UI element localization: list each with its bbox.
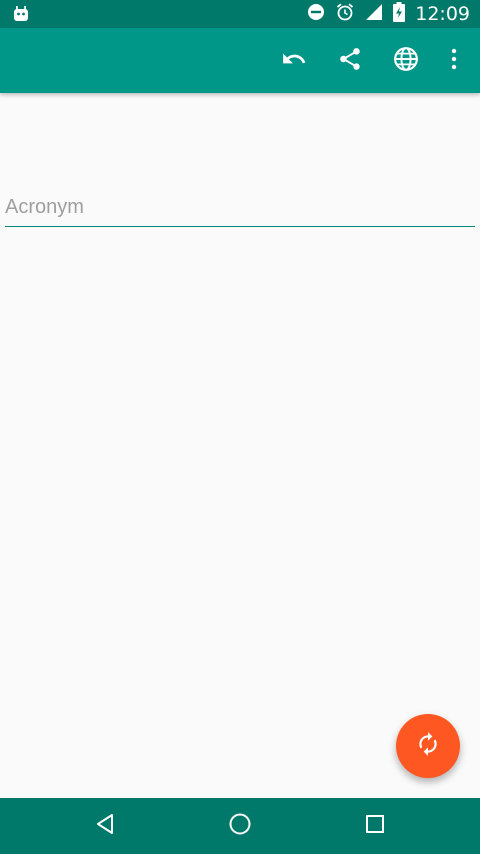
navigation-bar (0, 798, 480, 854)
browser-button[interactable] (378, 33, 434, 89)
refresh-icon (415, 731, 441, 761)
battery-charging-icon (393, 2, 406, 26)
refresh-fab[interactable] (396, 714, 460, 778)
acronym-input[interactable] (5, 188, 475, 227)
app-bar (0, 28, 480, 93)
share-icon (337, 46, 363, 76)
android-icon (12, 5, 30, 23)
home-button[interactable] (200, 798, 280, 854)
status-bar: 12:09 (0, 0, 480, 28)
recents-button[interactable] (335, 798, 415, 854)
do-not-disturb-icon (307, 3, 325, 25)
more-vert-icon (450, 47, 458, 75)
undo-icon (281, 46, 307, 76)
main-content (0, 93, 480, 798)
back-button[interactable] (65, 798, 145, 854)
back-icon (94, 813, 116, 839)
globe-icon (393, 46, 419, 76)
overflow-menu-button[interactable] (434, 33, 474, 89)
home-icon (228, 812, 252, 840)
share-button[interactable] (322, 33, 378, 89)
signal-icon (365, 3, 383, 25)
toolbar-actions (266, 28, 480, 93)
alarm-icon (335, 2, 355, 26)
status-time: 12:09 (415, 3, 470, 25)
undo-button[interactable] (266, 33, 322, 89)
recents-icon (364, 813, 386, 839)
